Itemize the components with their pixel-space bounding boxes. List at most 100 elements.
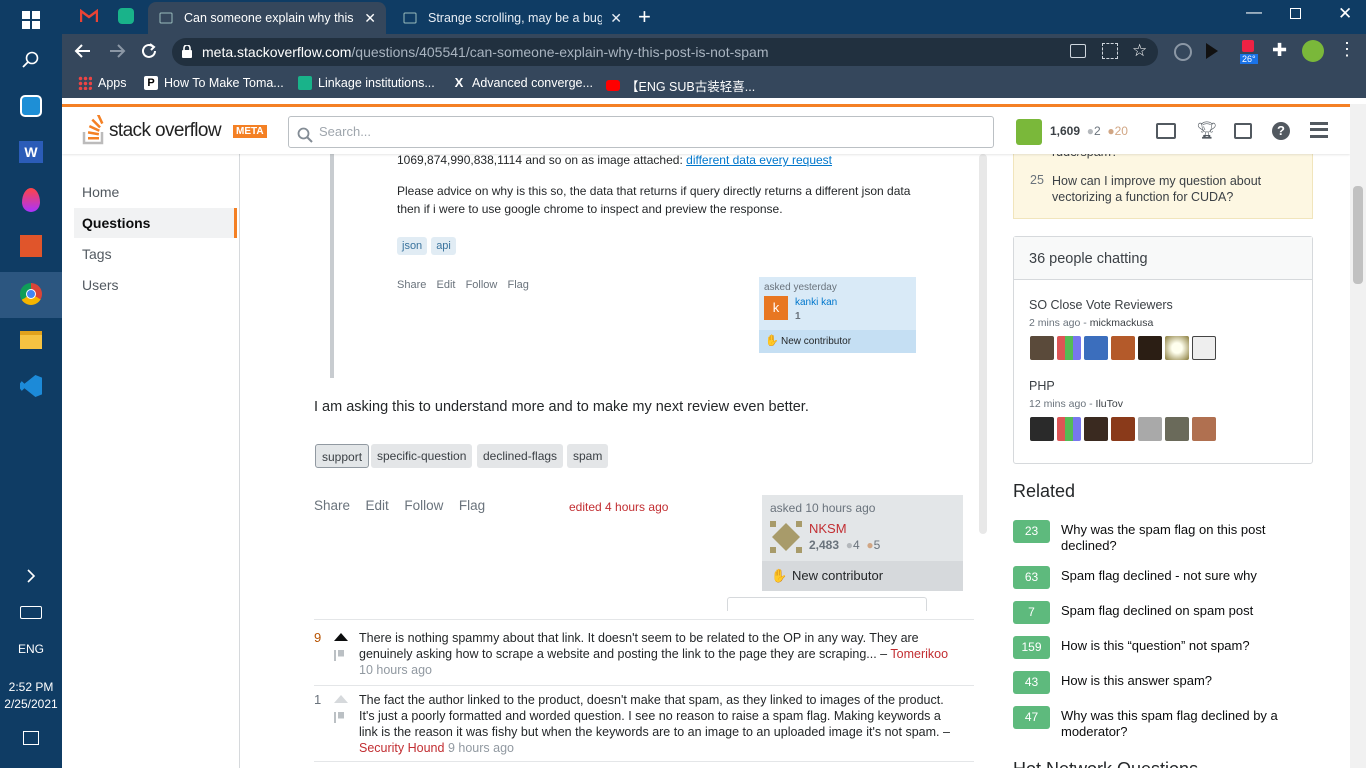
back-icon[interactable] [74,42,92,63]
instagram-icon[interactable] [17,92,45,120]
chevron-right-icon[interactable] [17,562,45,590]
notifications-icon[interactable] [17,724,45,752]
chat-avatar[interactable] [1192,417,1216,441]
chat-avatar[interactable] [1138,417,1162,441]
quoted-username[interactable]: kanki kan [795,297,837,308]
quoted-follow[interactable]: Follow [466,279,498,291]
bookmark-apps[interactable]: Apps [78,76,127,90]
folder-icon[interactable] [17,326,45,354]
gmail-tab-icon[interactable] [79,8,99,23]
quoted-tag[interactable]: api [431,237,456,255]
search-icon[interactable] [17,46,45,74]
chat-avatar[interactable] [1138,336,1162,360]
minimize-icon[interactable]: — [1246,4,1262,22]
trophy-icon[interactable]: 🏆︎ [1196,121,1218,141]
chat-avatar[interactable] [1111,336,1135,360]
related-question[interactable]: Why was this spam flag declined by a mod… [1061,708,1301,740]
help-icon[interactable]: ? [1272,122,1290,140]
word-icon[interactable]: W [17,138,45,166]
quoted-avatar[interactable]: k [764,296,788,320]
language-indicator[interactable]: ENG [0,642,62,656]
flag-icon[interactable] [334,650,344,661]
star-icon[interactable]: ☆ [1132,41,1147,61]
forward-icon[interactable] [108,42,126,63]
keyboard-icon[interactable] [17,598,45,626]
quoted-flag[interactable]: Flag [508,279,529,291]
profile-avatar[interactable] [1302,40,1324,62]
chat-room-name[interactable]: SO Close Vote Reviewers [1029,298,1173,312]
tag-spam[interactable]: spam [567,444,609,468]
quoted-share[interactable]: Share [397,279,426,291]
nav-tags[interactable]: Tags [74,239,237,269]
chat-avatar[interactable] [1084,417,1108,441]
tag-declined-flags[interactable]: declined-flags [477,444,564,468]
clock-date[interactable]: 2/25/2021 [0,697,62,711]
upvote-icon[interactable] [334,695,348,703]
chat-avatar[interactable] [1057,336,1081,360]
related-question[interactable]: How is this answer spam? [1061,673,1301,689]
puzzle-icon[interactable]: ✚ [1272,40,1287,61]
related-question[interactable]: Spam flag declined on spam post [1061,603,1301,619]
windows-start-icon[interactable] [17,6,45,34]
nav-users[interactable]: Users [74,270,237,300]
share-link[interactable]: Share [314,498,350,513]
clock-time[interactable]: 2:52 PM [0,680,62,694]
edited-link[interactable]: edited 4 hours ago [569,500,668,514]
chat-avatar[interactable] [1192,336,1216,360]
bookmark-4[interactable]: 【ENG SUB古装轻喜... [606,76,755,95]
tag-specific-question[interactable]: specific-question [371,444,473,468]
chat-room-user[interactable]: mickmackusa [1090,317,1154,329]
search-input[interactable]: Search... [288,116,994,148]
chat-title[interactable]: 36 people chatting [1014,237,1312,280]
new-tab-icon[interactable]: + [638,4,651,30]
review-icon[interactable] [1234,123,1252,139]
so-logo[interactable]: stack overflow META [82,113,267,147]
chat-avatar[interactable] [1057,417,1081,441]
lock-icon[interactable] [182,44,192,61]
quoted-edit[interactable]: Edit [436,279,455,291]
close-window-icon[interactable]: ✕ [1338,4,1352,24]
close-tab-icon[interactable]: ✕ [364,10,376,27]
nav-home[interactable]: Home [74,177,237,207]
follow-link[interactable]: Follow [404,498,443,513]
nav-questions[interactable]: Questions [74,208,237,238]
chrome-icon[interactable] [17,280,45,308]
flag-link[interactable]: Flag [459,498,485,513]
chat-avatar[interactable] [1030,336,1054,360]
related-question[interactable]: How is this “question” not spam? [1061,638,1301,654]
edit-link[interactable]: Edit [366,498,389,513]
user-rep-summary[interactable]: 1,609 ●2 ●20 [1050,124,1128,138]
user-avatar[interactable] [1016,119,1042,145]
quoted-tag[interactable]: json [397,237,428,255]
flag-icon[interactable] [334,712,344,723]
featured-item-link[interactable]: How can I improve my question about vect… [1052,173,1302,205]
chat-avatar[interactable] [1111,417,1135,441]
chat-avatar[interactable] [1030,417,1054,441]
menu-icon[interactable]: ⋮ [1338,40,1356,58]
bookmark-3[interactable]: X Advanced converge... [452,76,593,91]
tab-current[interactable]: Can someone explain why this po ✕ [148,2,386,34]
chat-avatar[interactable] [1165,417,1189,441]
chat-avatar[interactable] [1084,336,1108,360]
bookmark-2[interactable]: Linkage institutions... [298,76,435,90]
upvote-icon[interactable] [334,633,348,641]
inbox-icon[interactable] [1156,123,1176,139]
vscode-icon[interactable] [17,372,45,400]
cast-icon[interactable] [1070,44,1086,58]
extension-play-icon[interactable] [1206,43,1218,59]
related-question[interactable]: Why was the spam flag on this post decli… [1061,522,1301,554]
quoted-link[interactable]: different data every request [686,153,832,167]
comment-user[interactable]: Tomerikoo [890,647,948,661]
restore-icon[interactable] [1290,8,1301,19]
comment-user[interactable]: Security Hound [359,741,444,755]
pinned-tab-icon[interactable] [118,8,134,24]
paint-icon[interactable] [17,186,45,214]
user-avatar[interactable] [770,521,802,553]
tag-support[interactable]: support [315,444,370,468]
extension-icon[interactable] [1174,43,1192,61]
app-icon[interactable] [17,232,45,260]
page-scrollbar-thumb[interactable] [1353,186,1363,284]
chat-room-user[interactable]: IluTov [1096,398,1123,410]
new-contributor-bar[interactable]: ✋ New contributor [762,561,963,591]
reload-icon[interactable] [140,42,158,63]
